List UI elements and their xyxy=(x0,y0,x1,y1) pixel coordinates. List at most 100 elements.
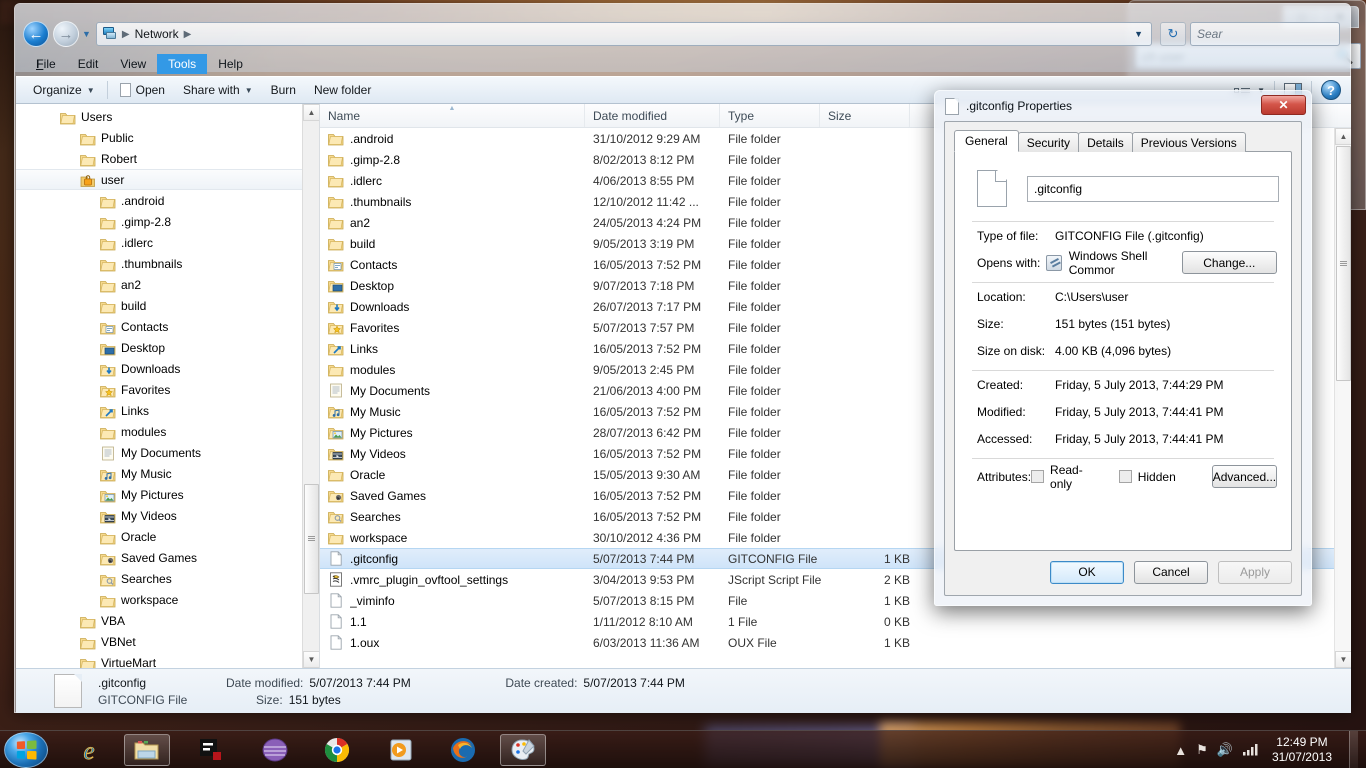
cancel-button[interactable]: Cancel xyxy=(1134,560,1208,584)
breadcrumb-separator-icon[interactable]: ▶ xyxy=(183,29,193,40)
tree-item-contacts[interactable]: Contacts xyxy=(16,316,319,337)
tree-item-thumbnails[interactable]: .thumbnails xyxy=(16,253,319,274)
tree-item-an2[interactable]: an2 xyxy=(16,274,319,295)
tree-item-my-documents[interactable]: My Documents xyxy=(16,442,319,463)
advanced-button[interactable]: Advanced... xyxy=(1211,465,1278,488)
tree-item-virtuemart[interactable]: VirtueMart xyxy=(16,652,319,668)
tree-item-idlerc[interactable]: .idlerc xyxy=(16,232,319,253)
back-button[interactable]: ← xyxy=(23,21,49,47)
tree-item-build[interactable]: build xyxy=(16,295,319,316)
ok-button[interactable]: OK xyxy=(1050,560,1124,584)
burn-button[interactable]: Burn xyxy=(262,80,305,100)
taskbar-item-internet-explorer[interactable]: e xyxy=(66,734,112,766)
signal-strength-icon[interactable] xyxy=(1242,742,1259,759)
hidden-checkbox-group[interactable]: Hidden xyxy=(1118,470,1176,484)
tree-item-my-videos[interactable]: My Videos xyxy=(16,505,319,526)
tab-general[interactable]: General xyxy=(954,130,1019,152)
tree-item-my-music[interactable]: My Music xyxy=(16,463,319,484)
file-scrollbar-thumb[interactable] xyxy=(1336,146,1351,381)
volume-icon[interactable]: 🔊 xyxy=(1217,742,1233,758)
taskbar-item-google-chrome[interactable] xyxy=(314,734,360,766)
new-folder-button[interactable]: New folder xyxy=(305,80,380,100)
nav-scrollbar-thumb[interactable] xyxy=(304,484,319,594)
tree-item-saved-games[interactable]: Saved Games xyxy=(16,547,319,568)
tab-details[interactable]: Details xyxy=(1078,132,1133,152)
tree-item-user[interactable]: user xyxy=(16,169,319,190)
menu-item-file[interactable]: F File xyxy=(25,54,67,74)
file-type-cell: File folder xyxy=(728,404,781,419)
taskbar-item-media-player[interactable] xyxy=(378,734,424,766)
address-dropdown-caret-icon[interactable]: ▼ xyxy=(1134,29,1147,39)
tree-item-oracle[interactable]: Oracle xyxy=(16,526,319,547)
tree-item-vba[interactable]: VBA xyxy=(16,610,319,631)
file-icon xyxy=(328,614,344,629)
breadcrumb-network[interactable]: Network xyxy=(135,27,179,41)
open-button[interactable]: Open xyxy=(111,80,174,100)
close-icon[interactable]: ✕ xyxy=(1261,95,1306,115)
tree-item-workspace[interactable]: workspace xyxy=(16,589,319,610)
taskbar-item-text-editor[interactable] xyxy=(188,734,234,766)
search-input[interactable]: Sear xyxy=(1190,22,1340,46)
column-header-size[interactable]: Size xyxy=(820,104,910,127)
file-scroll-up-icon[interactable]: ▲ xyxy=(1335,128,1351,145)
recent-pages-caret-icon[interactable]: ▼ xyxy=(82,29,91,39)
file-scroll-down-icon[interactable]: ▼ xyxy=(1335,651,1351,668)
column-header-type[interactable]: Type xyxy=(720,104,820,127)
start-button[interactable] xyxy=(4,732,48,768)
clock[interactable]: 12:49 PM 31/07/2013 xyxy=(1272,735,1332,765)
size-value: 151 bytes (151 bytes) xyxy=(1055,316,1171,331)
tree-item-my-pictures[interactable]: My Pictures xyxy=(16,484,319,505)
file-row[interactable]: 1.oux 6/03/2013 11:36 AM OUX File 1 KB xyxy=(320,632,1334,653)
share-with-button[interactable]: Share with ▼ xyxy=(174,80,262,100)
tab-previous-versions[interactable]: Previous Versions xyxy=(1131,132,1246,152)
network-icon[interactable]: ⚑ xyxy=(1196,742,1208,758)
refresh-button[interactable]: ↻ xyxy=(1160,22,1186,46)
menu-item-view[interactable]: View xyxy=(109,54,157,74)
tree-item-desktop[interactable]: Desktop xyxy=(16,337,319,358)
column-header-date-modified[interactable]: Date modified xyxy=(585,104,720,127)
file-type-cell: File folder xyxy=(728,278,781,293)
tree-item-modules[interactable]: modules xyxy=(16,421,319,442)
open-label: Open xyxy=(135,83,165,97)
taskbar-item-windows-explorer[interactable] xyxy=(124,734,170,766)
menu-item-edit[interactable]: Edit xyxy=(67,54,110,74)
nav-scroll-up-icon[interactable]: ▲ xyxy=(303,104,319,121)
apply-button[interactable]: Apply xyxy=(1218,560,1292,584)
menu-item-help[interactable]: Help xyxy=(207,54,254,74)
tree-item-links[interactable]: Links xyxy=(16,400,319,421)
file-name-input[interactable]: .gitconfig xyxy=(1027,175,1279,202)
organize-button[interactable]: Organize ▼ xyxy=(24,80,104,100)
tree-item-searches[interactable]: Searches xyxy=(16,568,319,589)
change-button[interactable]: Change... xyxy=(1181,251,1277,274)
menu-item-tools[interactable]: Tools xyxy=(157,54,208,74)
tree-item-favorites[interactable]: Favorites xyxy=(16,379,319,400)
file-row[interactable]: 1.1 1/11/2012 8:10 AM 1 File 0 KB xyxy=(320,611,1334,632)
nav-scroll-down-icon[interactable]: ▼ xyxy=(303,651,319,668)
help-icon[interactable]: ? xyxy=(1321,80,1341,100)
tree-item-android[interactable]: .android xyxy=(16,190,319,211)
tree-item-public[interactable]: Public xyxy=(16,127,319,148)
readonly-checkbox[interactable] xyxy=(1031,470,1045,483)
taskbar-item-mozilla-firefox[interactable] xyxy=(440,734,486,766)
show-hidden-icons-icon[interactable]: ▲ xyxy=(1174,743,1187,758)
properties-dialog[interactable]: .gitconfig Properties ✕ General Security… xyxy=(934,90,1312,606)
tree-item-gimp-2-8[interactable]: .gimp-2.8 xyxy=(16,211,319,232)
column-header-name[interactable]: ▲ Name xyxy=(320,104,585,127)
tab-security[interactable]: Security xyxy=(1017,132,1080,152)
tree-item-users[interactable]: Users xyxy=(16,106,319,127)
hidden-checkbox[interactable] xyxy=(1118,470,1132,483)
properties-titlebar[interactable]: .gitconfig Properties xyxy=(935,91,1311,121)
navigation-scrollbar[interactable]: ▲ ▼ xyxy=(302,104,319,668)
taskbar-item-paint[interactable] xyxy=(500,734,546,766)
tree-item-vbnet[interactable]: VBNet xyxy=(16,631,319,652)
tree-item-robert[interactable]: Robert xyxy=(16,148,319,169)
file-type-cell: GITCONFIG File xyxy=(728,551,818,566)
taskbar-item-purple-app[interactable] xyxy=(252,734,298,766)
tree-item-downloads[interactable]: Downloads xyxy=(16,358,319,379)
file-list-scrollbar[interactable]: ▲ ▼ xyxy=(1334,128,1351,668)
navigation-pane[interactable]: Users Public Robert user .android .gimp-2.8 .i… xyxy=(16,104,319,668)
address-bar[interactable]: ▶ Network ▶ ▼ xyxy=(95,22,1152,46)
forward-button[interactable]: → xyxy=(53,21,79,47)
show-desktop-button[interactable] xyxy=(1349,731,1358,768)
readonly-checkbox-group[interactable]: Read-only xyxy=(1031,463,1083,491)
